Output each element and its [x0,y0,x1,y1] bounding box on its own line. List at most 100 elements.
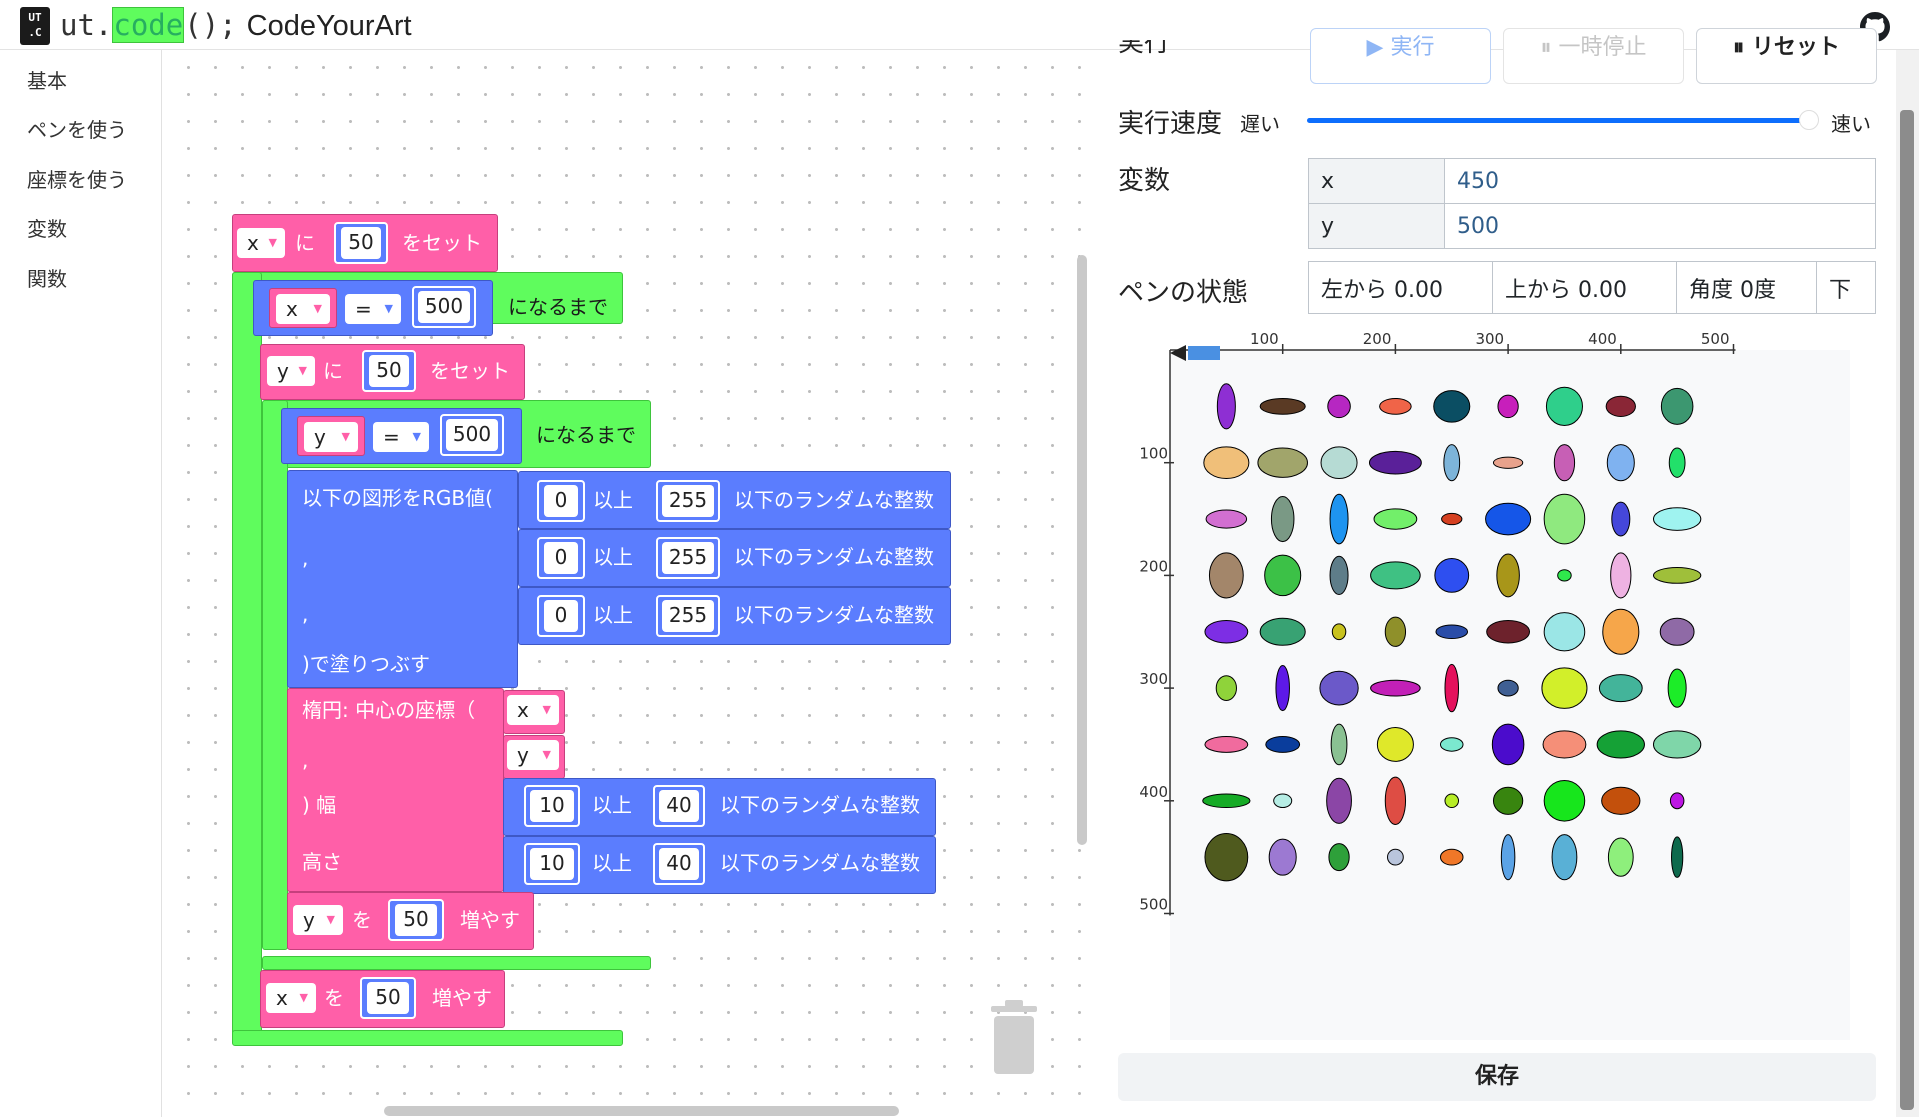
repeat-until-x-arm [232,272,262,1044]
set-x-ni: に [295,231,315,255]
variable-value: 500 [1444,203,1876,249]
y-tick-label: 200 [1139,557,1168,575]
canvas-ellipse [1610,552,1632,599]
canvas-ellipse [1553,444,1576,482]
y-tick-label: 500 [1139,896,1168,914]
canvas-ellipse [1500,834,1516,881]
number-field[interactable]: 50 [341,227,381,259]
var-dropdown-y[interactable]: y ▼ [293,905,343,935]
canvas-ellipse [1652,567,1702,584]
random-max-field[interactable]: 40 [659,848,699,880]
canvas-ellipse [1215,675,1237,701]
category-variables[interactable]: 変数 [27,213,67,242]
canvas-ellipse [1607,837,1634,877]
random-min-field[interactable]: 0 [544,600,578,632]
category-coordinates[interactable]: 座標を使う [27,164,127,193]
number-field[interactable]: 500 [418,291,470,323]
ijou-label: 以上 [592,793,632,817]
canvas-ellipse [1204,619,1249,644]
ijou-label: 以上 [593,545,633,569]
canvas-ellipse [1387,848,1404,866]
number-field[interactable]: 50 [395,904,437,936]
var-dropdown-y[interactable]: y ▼ [267,356,315,386]
pause-button[interactable]: ⏸ 一時停止 [1503,28,1684,84]
logo-line-2: .C [28,26,42,39]
var-dropdown-x[interactable]: x ▼ [266,983,316,1013]
brand-suffix: (); [184,8,237,42]
operator-dropdown[interactable]: = ▼ [373,422,429,452]
random-min-field[interactable]: 0 [544,485,578,517]
canvas-ellipse [1384,776,1407,825]
save-button[interactable]: 保存 [1118,1053,1876,1101]
canvas-ellipse [1545,386,1583,427]
random-max-field[interactable]: 255 [662,485,714,517]
pen-left: 左から 0.00 [1308,261,1493,314]
canvas-ellipse [1496,553,1520,598]
var-dropdown-x[interactable]: x ▼ [276,294,330,324]
random-max-field[interactable]: 255 [662,542,714,574]
canvas-ellipse [1329,555,1349,596]
category-pen[interactable]: ペンを使う [27,114,127,143]
canvas-ellipse [1669,792,1685,810]
canvas-ellipse [1542,730,1587,759]
canvas-ellipse [1259,617,1306,646]
var-dropdown-x[interactable]: x ▼ [237,228,285,258]
canvas-ellipse [1492,456,1524,469]
variables-title: 変数 [1118,166,1171,196]
fill-end-label: )で塗りつぶす [302,652,431,676]
canvas-ellipse [1601,786,1641,815]
canvas-ellipse [1376,727,1414,762]
run-button[interactable]: ▶ 実行 [1310,28,1491,84]
block-category-sidebar: 基本 ペンを使う 座標を使う 変数 関数 [0,50,162,1117]
canvas-ellipse [1433,390,1471,423]
canvas-ellipse [1208,552,1244,599]
canvas-ellipse [1203,446,1250,479]
workspace-horizontal-scrollbar[interactable] [384,1106,899,1116]
inc-y-wo: を [352,908,372,932]
speed-slider[interactable] [1307,118,1807,123]
random-max-field[interactable]: 40 [659,790,699,822]
random-min-field[interactable]: 10 [530,848,574,880]
canvas-ellipse [1204,832,1249,882]
canvas-ellipse [1652,507,1702,531]
x-tick-label: 400 [1588,330,1617,348]
trash-icon[interactable] [985,998,1043,1078]
canvas-ellipse [1659,617,1695,646]
y-tick-label: 300 [1139,670,1168,688]
var-dropdown-y[interactable]: y ▼ [304,422,358,452]
x-tick-label: 300 [1475,330,1504,348]
canvas-ellipse [1485,502,1532,536]
canvas-ellipse [1327,394,1351,419]
page-vertical-scrollbar[interactable] [1900,110,1914,1110]
category-functions[interactable]: 関数 [27,263,67,292]
random-min-field[interactable]: 10 [530,790,574,822]
speed-slider-knob[interactable] [1799,110,1819,130]
reset-button[interactable]: ⏸ リセット [1696,28,1877,84]
brand-subtitle: CodeYourArt [246,10,412,42]
app-title[interactable]: ut.code(); CodeYourArt [60,7,412,43]
random-max-field[interactable]: 255 [662,600,714,632]
pen-top: 上から 0.00 [1492,261,1677,314]
var-dropdown-y[interactable]: y ▼ [507,740,559,770]
brand-prefix: ut. [60,8,113,42]
canvas-ellipse [1671,836,1684,878]
speed-fast-label: 速い [1831,112,1871,136]
number-field[interactable]: 50 [369,355,409,387]
random-min-field[interactable]: 0 [544,542,578,574]
canvas-ellipse [1202,793,1251,809]
brand-code: code [112,7,185,43]
canvas-ellipse [1373,508,1418,530]
ut-code-logo[interactable]: UT .C [20,7,50,45]
canvas-ellipse [1439,737,1464,752]
speed-label: 実行速度 [1118,109,1223,139]
number-field[interactable]: 500 [446,419,498,451]
category-basic[interactable]: 基本 [27,65,67,94]
var-dropdown-x[interactable]: x ▼ [507,695,559,725]
pen-angle: 角度 0度 [1676,261,1817,314]
number-field[interactable]: 50 [367,982,409,1014]
canvas-ellipse [1598,674,1643,703]
canvas-ellipse [1660,387,1694,425]
operator-dropdown[interactable]: = ▼ [345,294,401,324]
workspace-vertical-scrollbar[interactable] [1077,255,1087,845]
inc-x-suffix: 増やす [432,986,492,1010]
